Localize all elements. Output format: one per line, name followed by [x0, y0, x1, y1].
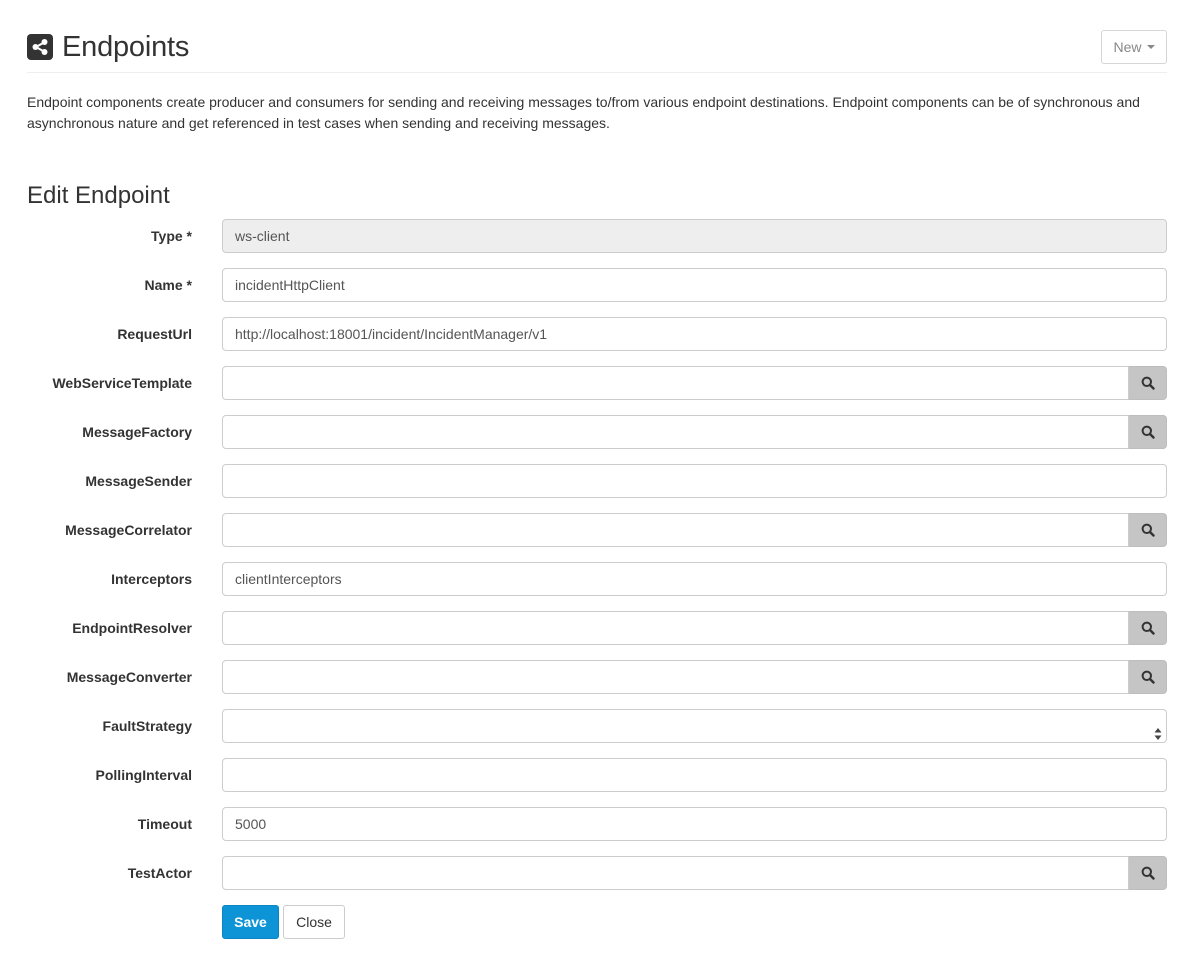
request-url-value: http://localhost:18001/incident/Incident…: [235, 326, 548, 342]
interceptors-input[interactable]: clientInterceptors: [222, 562, 1167, 596]
endpoint-resolver-search-button[interactable]: [1129, 611, 1167, 645]
name-label: Name *: [144, 277, 192, 293]
message-correlator-label: MessageCorrelator: [65, 522, 192, 538]
save-button[interactable]: Save: [222, 905, 279, 939]
page-title: Endpoints: [62, 31, 190, 63]
page-header: Endpoints New: [27, 24, 1167, 73]
message-converter-search-button[interactable]: [1129, 660, 1167, 694]
form-title: Edit Endpoint: [27, 182, 170, 209]
fault-strategy-select[interactable]: [222, 709, 1167, 743]
endpoints-page: Endpoints New Endpoint components create…: [0, 0, 1193, 972]
message-correlator-search-button[interactable]: [1129, 513, 1167, 547]
form-actions: Save Close: [222, 905, 345, 939]
web-service-template-input[interactable]: [222, 366, 1129, 400]
polling-interval-input[interactable]: [222, 758, 1167, 792]
caret-down-icon: [1146, 45, 1155, 49]
web-service-template-search-button[interactable]: [1129, 366, 1167, 400]
request-url-input[interactable]: http://localhost:18001/incident/Incident…: [222, 317, 1167, 351]
type-label: Type *: [151, 228, 192, 244]
message-sender-input[interactable]: [222, 464, 1167, 498]
form-row-type: Type * ws-client: [0, 219, 1193, 253]
form-row-endpoint-resolver: EndpointResolver: [0, 611, 1193, 645]
message-factory-label: MessageFactory: [82, 424, 192, 440]
type-input: ws-client: [222, 219, 1167, 253]
new-button-label: New: [1113, 39, 1142, 55]
search-icon: [1141, 621, 1155, 635]
message-sender-label: MessageSender: [85, 473, 192, 489]
form-row-message-converter: MessageConverter: [0, 660, 1193, 694]
timeout-value: 5000: [235, 816, 267, 832]
fault-strategy-label: FaultStrategy: [102, 718, 192, 734]
name-value: incidentHttpClient: [235, 277, 345, 293]
message-converter-input[interactable]: [222, 660, 1129, 694]
form-row-message-factory: MessageFactory: [0, 415, 1193, 449]
page-description: Endpoint components create producer and …: [27, 94, 1140, 131]
interceptors-value: clientInterceptors: [235, 571, 342, 587]
test-actor-label: TestActor: [127, 865, 192, 881]
form-row-request-url: RequestUrl http://localhost:18001/inciden…: [0, 317, 1193, 351]
endpoint-resolver-label: EndpointResolver: [72, 620, 192, 636]
test-actor-input[interactable]: [222, 856, 1129, 890]
form-row-message-sender: MessageSender: [0, 464, 1193, 498]
share-icon: [27, 34, 53, 60]
message-converter-label: MessageConverter: [66, 669, 192, 685]
test-actor-search-button[interactable]: [1129, 856, 1167, 890]
form-row-message-correlator: MessageCorrelator: [0, 513, 1193, 547]
request-url-label: RequestUrl: [117, 326, 192, 342]
form-row-web-service-template: WebServiceTemplate: [0, 366, 1193, 400]
form-row-polling-interval: PollingInterval: [0, 758, 1193, 792]
search-icon: [1141, 523, 1155, 537]
form-row-test-actor: TestActor: [0, 856, 1193, 890]
polling-interval-label: PollingInterval: [95, 767, 192, 783]
name-input[interactable]: incidentHttpClient: [222, 268, 1167, 302]
search-icon: [1141, 866, 1155, 880]
timeout-label: Timeout: [137, 816, 192, 832]
form-row-fault-strategy: FaultStrategy: [0, 709, 1193, 743]
endpoint-resolver-input[interactable]: [222, 611, 1129, 645]
interceptors-label: Interceptors: [111, 571, 192, 587]
search-icon: [1141, 376, 1155, 390]
message-factory-input[interactable]: [222, 415, 1129, 449]
message-factory-search-button[interactable]: [1129, 415, 1167, 449]
search-icon: [1141, 670, 1155, 684]
search-icon: [1141, 425, 1155, 439]
close-button[interactable]: Close: [283, 905, 345, 939]
message-correlator-input[interactable]: [222, 513, 1129, 547]
form-row-name: Name * incidentHttpClient: [0, 268, 1193, 302]
title-wrap: Endpoints: [27, 32, 189, 62]
form-row-interceptors: Interceptors clientInterceptors: [0, 562, 1193, 596]
form-row-timeout: Timeout 5000: [0, 807, 1193, 841]
timeout-input[interactable]: 5000: [222, 807, 1167, 841]
select-arrows-icon: [1154, 720, 1162, 740]
new-dropdown-button[interactable]: New: [1101, 30, 1167, 64]
type-value: ws-client: [235, 228, 290, 244]
web-service-template-label: WebServiceTemplate: [52, 375, 192, 391]
